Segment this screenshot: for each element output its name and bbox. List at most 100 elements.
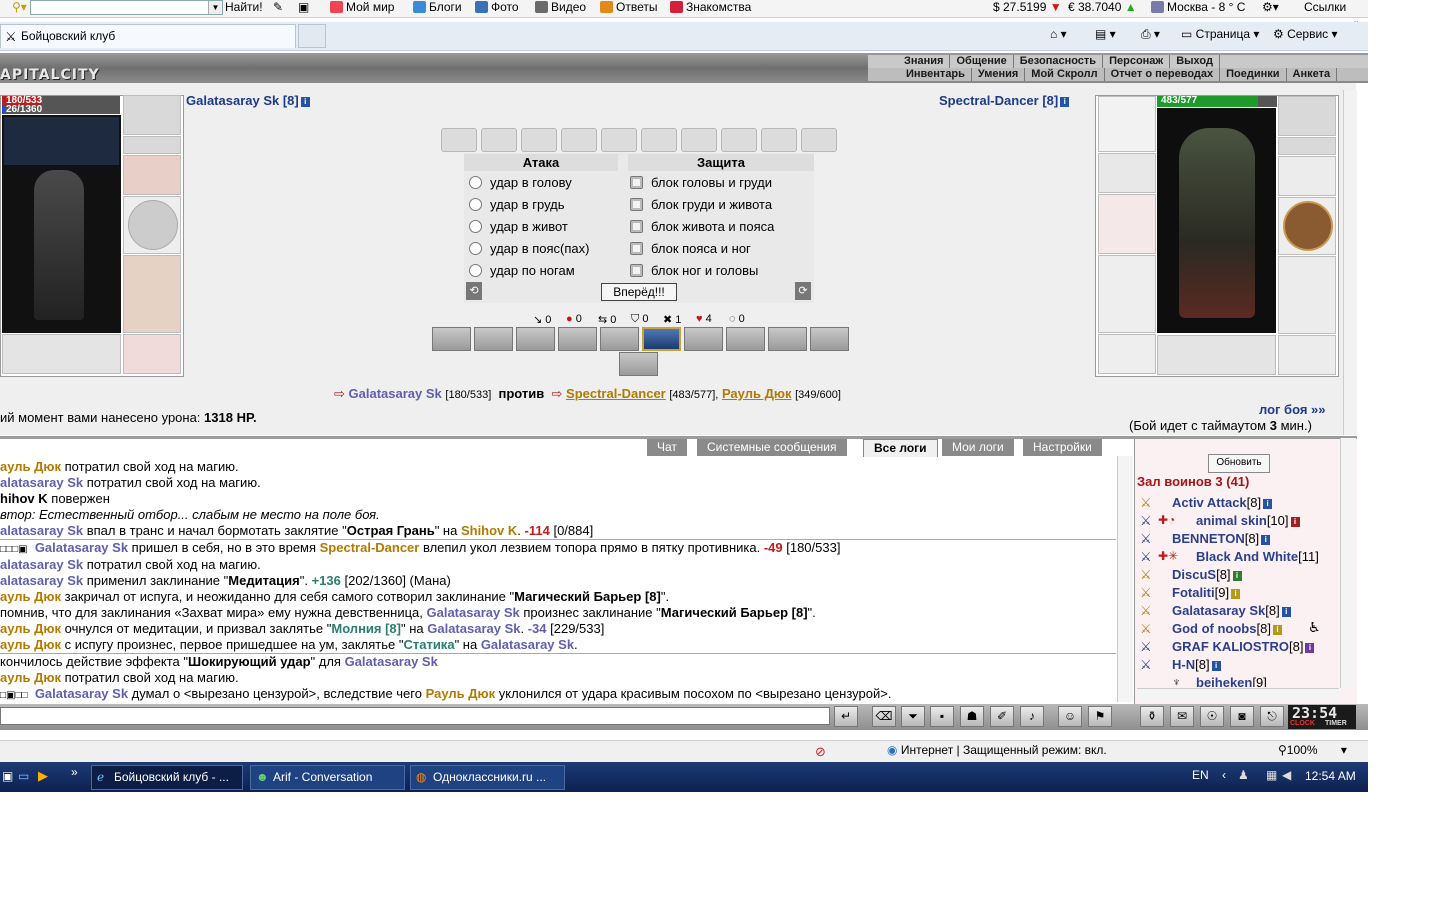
right-slot-weapon[interactable] [1098, 96, 1156, 152]
smile-icon[interactable]: ☺ [1058, 706, 1082, 727]
find-button[interactable]: Найти! [225, 0, 263, 16]
menu-fights[interactable]: Поединки [1220, 68, 1287, 81]
user-icon[interactable]: ♟ [1238, 768, 1249, 782]
mask-icon[interactable]: ☉ [1200, 706, 1224, 727]
attack-belly-option[interactable]: удар в живот [469, 218, 568, 236]
radio-icon[interactable] [469, 242, 482, 255]
right-slot-helmet[interactable] [1278, 96, 1336, 136]
menu-character[interactable]: Персонаж [1103, 55, 1171, 68]
refresh-battle-icon[interactable]: ⟳ [795, 282, 811, 300]
print-icon[interactable]: ⎙ ▾ [1141, 27, 1160, 43]
radio-icon[interactable] [630, 242, 643, 255]
link-my-world[interactable]: Мой мир [330, 0, 394, 16]
chevron-more-icon[interactable]: » [71, 765, 78, 779]
clipboard-icon[interactable]: ▣ [298, 0, 309, 16]
task-odnoklassniki[interactable]: ◍ Одноклассники.ru ... [410, 765, 565, 790]
online-player[interactable]: Galatasaray Sk[8] i [1172, 603, 1291, 619]
scroll-slot[interactable] [441, 128, 477, 152]
tab-all-logs[interactable]: Все логи [863, 439, 938, 457]
scroll-slot[interactable] [481, 128, 517, 152]
link-answers[interactable]: Ответы [600, 0, 657, 16]
menu-inventory[interactable]: Инвентарь [900, 68, 972, 81]
chat-scrollbar[interactable] [1117, 456, 1133, 702]
service-menu[interactable]: ⚙ Сервис ▾ [1273, 27, 1338, 43]
menu-communication[interactable]: Общение [950, 55, 1014, 68]
right-slot-bracers[interactable] [1098, 153, 1156, 193]
highlight-icon[interactable]: ✎ [273, 0, 283, 16]
online-player[interactable]: beiheken[9] [1196, 675, 1267, 687]
online-player[interactable]: BENNETON[8] i [1172, 531, 1271, 547]
system-clock[interactable]: 12:54 AM [1305, 769, 1356, 783]
filter-icon[interactable]: ⏷ [901, 706, 925, 727]
spell-slot[interactable] [726, 327, 765, 351]
online-player[interactable]: animal skin[10] i [1196, 513, 1300, 529]
online-hscrollbar[interactable] [1137, 688, 1339, 701]
spell-slot[interactable] [810, 327, 849, 351]
right-slot-belt-items[interactable] [1157, 335, 1276, 375]
task-fight-club[interactable]: ℯ Бойцовский клуб - ... [91, 765, 243, 790]
right-slot-rings[interactable] [1278, 137, 1336, 155]
chat-input[interactable] [0, 707, 830, 725]
translit-icon[interactable]: ✐ [990, 706, 1014, 727]
home-icon[interactable]: ⌂ ▾ [1050, 27, 1067, 43]
spell-slot[interactable] [474, 327, 513, 351]
menu-skills[interactable]: Умения [972, 68, 1026, 81]
radio-icon[interactable] [469, 220, 482, 233]
attack-legs-option[interactable]: удар по ногам [469, 262, 575, 280]
tab-chat[interactable]: Чат [647, 439, 687, 456]
online-player[interactable]: DiscuS[8] i [1172, 567, 1242, 583]
online-player[interactable]: Fotaliti[9] i [1172, 585, 1241, 601]
security-zone[interactable]: ◉ Интернет | Защищенный режим: вкл. [887, 743, 1107, 757]
language-indicator[interactable]: EN [1192, 768, 1209, 782]
tab-settings[interactable]: Настройки [1023, 439, 1102, 456]
sound-icon[interactable]: ♪ [1020, 706, 1044, 727]
radio-icon[interactable] [630, 264, 643, 277]
new-tab-button[interactable] [298, 24, 326, 48]
menu-security[interactable]: Безопасность [1014, 55, 1104, 68]
scroll-slot[interactable] [801, 128, 837, 152]
block-belt-legs-option[interactable]: блок пояса и ног [630, 240, 751, 258]
potion-icon[interactable]: ⚱ [1140, 706, 1164, 727]
attack-chest-option[interactable]: удар в грудь [469, 196, 565, 214]
versus-right-name[interactable]: Рауль Дюк [722, 386, 792, 401]
scroll-slot[interactable] [721, 128, 757, 152]
scroll-slot[interactable] [601, 128, 637, 152]
search-input[interactable]: ▼ [30, 0, 223, 15]
tab-system-messages[interactable]: Системные сообщения [697, 439, 847, 456]
versus-right-name[interactable]: Spectral-Dancer [566, 386, 666, 401]
clan-icon[interactable]: ⚑ [1088, 706, 1112, 727]
tray-expand-icon[interactable]: ‹ [1222, 768, 1226, 782]
block-belly-belt-option[interactable]: блок живота и пояса [630, 218, 774, 236]
info-icon[interactable]: i [300, 97, 310, 107]
right-slot-gloves[interactable] [1278, 156, 1336, 196]
right-slot-pants[interactable] [1278, 256, 1336, 334]
right-slot-axe[interactable] [1098, 194, 1156, 254]
menu-exit[interactable]: Выход [1170, 55, 1220, 68]
page-menu[interactable]: ▭ Страница ▾ [1181, 27, 1259, 43]
media-player-icon[interactable]: ▶ [38, 768, 48, 784]
show-desktop-icon[interactable]: ▣ [2, 769, 13, 783]
eraser-icon[interactable]: ⌫ [872, 706, 896, 727]
right-slot-belt[interactable] [1098, 334, 1156, 374]
radio-icon[interactable] [469, 264, 482, 277]
block-chest-belly-option[interactable]: блок груди и живота [630, 196, 772, 214]
refresh-button[interactable]: Обновить [1208, 454, 1270, 473]
attack-head-option[interactable]: удар в голову [469, 174, 572, 192]
spell-slot[interactable] [768, 327, 807, 351]
popup-blocked-icon[interactable]: ⊘ [815, 744, 826, 760]
online-scrollbar[interactable] [1340, 438, 1356, 688]
scroll-icon[interactable]: ✉ [1170, 706, 1194, 727]
search-dropdown-arrow[interactable]: ▼ [208, 1, 222, 14]
menu-transfers[interactable]: Отчет о переводах [1105, 68, 1221, 81]
spell-slot-selected[interactable] [642, 327, 681, 351]
right-slot-boots[interactable] [1278, 335, 1336, 375]
bag-icon[interactable]: ◙ [1230, 706, 1254, 727]
spell-slot[interactable] [684, 327, 723, 351]
right-slot-armor[interactable] [1098, 255, 1156, 333]
task-conversation[interactable]: ☻ Arif - Conversation [250, 765, 405, 790]
scroll-slot[interactable] [561, 128, 597, 152]
left-slot-boots[interactable] [123, 334, 181, 374]
refresh-battle-icon[interactable]: ⟲ [466, 282, 482, 300]
zoom-control[interactable]: ⚲100% ▾ [1278, 743, 1347, 757]
network-icon[interactable]: ▦ [1266, 768, 1277, 782]
